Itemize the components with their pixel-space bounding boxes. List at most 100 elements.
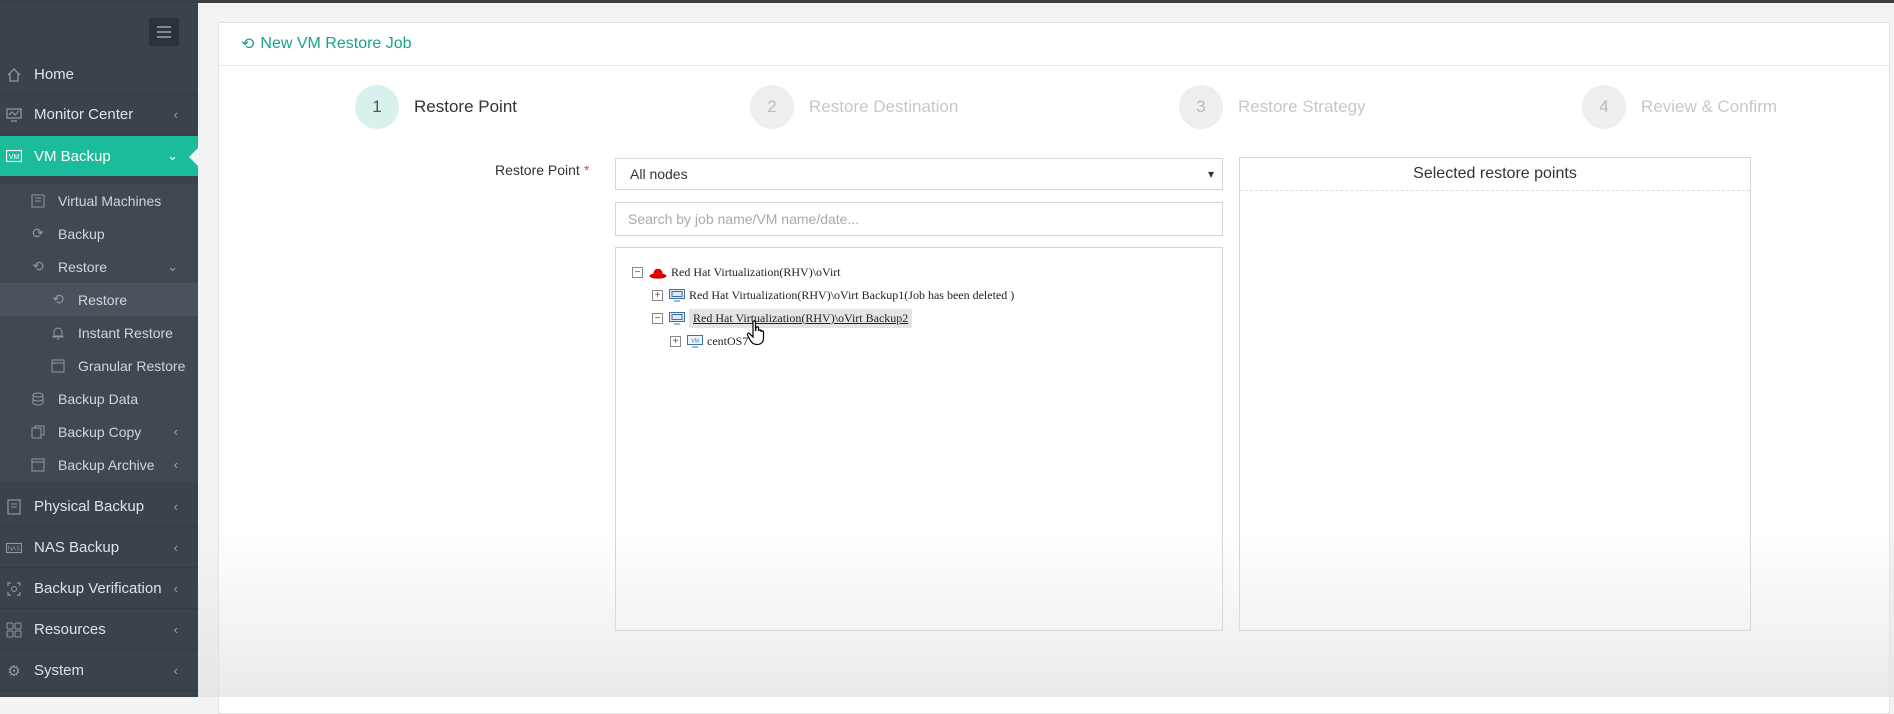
restore-point-select[interactable]: All nodes ▾ <box>615 158 1223 190</box>
sidebar-item-label: Physical Backup <box>34 498 145 515</box>
tree-node-root[interactable]: − Red Hat Virtualization(RHV)\oVirt <box>632 265 841 280</box>
collapse-toggle[interactable]: − <box>632 267 643 278</box>
server-icon <box>6 498 22 515</box>
selected-restore-points-panel: Selected restore points <box>1239 157 1751 631</box>
chevron-left-icon: ‹ <box>173 424 178 439</box>
tree-node-vm[interactable]: + VM centOS7 <box>670 334 748 349</box>
vm-list-icon <box>30 193 46 209</box>
redhat-icon <box>649 267 667 279</box>
step-number: 4 <box>1582 85 1626 129</box>
sidebar-item-label: Backup <box>58 225 105 242</box>
node-label: Red Hat Virtualization(RHV)\oVirt Backup… <box>689 309 913 328</box>
svg-text:NAS: NAS <box>8 546 20 552</box>
monitor-icon <box>669 289 685 302</box>
sidebar-item-label: Restore <box>78 291 128 308</box>
chevron-down-icon: ⌄ <box>167 148 178 163</box>
sidebar-item-resources[interactable]: Resources ‹ <box>0 610 198 650</box>
tree-node-job1[interactable]: + Red Hat Virtualization(RHV)\oVirt Back… <box>652 288 1014 303</box>
refresh-icon: ⟳ <box>32 225 44 241</box>
sidebar-item-monitor-center[interactable]: Monitor Center ‹ <box>0 95 198 135</box>
hand-cursor-icon <box>746 320 765 346</box>
database-icon <box>30 391 46 407</box>
sidebar-item-label: Resources <box>34 621 106 638</box>
menu-icon <box>157 26 171 38</box>
restore-icon: ⟲ <box>52 291 64 307</box>
page-title: New VM Restore Job <box>260 35 412 52</box>
sidebar-item-restore[interactable]: ⟲ Restore ⌄ <box>0 250 198 283</box>
sidebar-item-backup-verification[interactable]: Backup Verification ‹ <box>0 569 198 609</box>
step-restore-destination[interactable]: 2 Restore Destination <box>750 85 958 129</box>
step-number: 2 <box>750 85 794 129</box>
expand-toggle[interactable]: + <box>652 290 663 301</box>
gear-icon: ⚙ <box>7 662 21 680</box>
step-restore-strategy[interactable]: 3 Restore Strategy <box>1179 85 1366 129</box>
restore-point-label: Restore Point * <box>495 162 589 178</box>
step-label: Restore Strategy <box>1238 97 1366 116</box>
sidebar: Home Monitor Center ‹ VM VM Backup ⌄ Vir… <box>0 3 198 697</box>
sidebar-item-nas-backup[interactable]: NAS NAS Backup ‹ <box>0 528 198 568</box>
svg-text:VM: VM <box>9 154 20 161</box>
sidebar-item-backup-archive[interactable]: Backup Archive ‹ <box>0 448 198 481</box>
sidebar-item-label: Instant Restore <box>78 324 173 341</box>
sidebar-item-label: Monitor Center <box>34 106 134 123</box>
sidebar-item-backup-data[interactable]: Backup Data <box>0 382 198 415</box>
sidebar-item-physical-backup[interactable]: Physical Backup ‹ <box>0 487 198 527</box>
sidebar-item-label: System <box>34 662 85 679</box>
node-label: Red Hat Virtualization(RHV)\oVirt <box>671 265 841 279</box>
chevron-left-icon: ‹ <box>173 457 178 472</box>
step-restore-point[interactable]: 1 Restore Point <box>355 85 517 129</box>
sidebar-item-label: Virtual Machines <box>58 192 162 209</box>
expand-toggle[interactable]: + <box>670 336 681 347</box>
tree-node-job2[interactable]: − Red Hat Virtualization(RHV)\oVirt Back… <box>652 309 913 328</box>
chevron-left-icon: ‹ <box>173 540 178 555</box>
sidebar-item-backup[interactable]: ⟳ Backup <box>0 217 198 250</box>
sidebar-item-vm-backup[interactable]: VM VM Backup ⌄ <box>0 136 198 176</box>
chevron-left-icon: ‹ <box>173 581 178 596</box>
sidebar-item-label: Restore <box>58 258 108 275</box>
chevron-left-icon: ‹ <box>173 499 178 514</box>
label-text: Restore Point <box>495 162 580 178</box>
svg-text:VM: VM <box>691 339 699 345</box>
chevron-left-icon: ‹ <box>173 107 178 122</box>
step-number: 1 <box>355 85 399 129</box>
restore-point-tree: − Red Hat Virtualization(RHV)\oVirt + Re… <box>615 247 1223 631</box>
restore-job-panel: ⟲ New VM Restore Job 1 Restore Point 2 R… <box>218 22 1890 714</box>
sidebar-item-restore-sub[interactable]: ⟲ Restore <box>0 283 198 316</box>
restore-icon: ⟲ <box>241 36 255 53</box>
vm-icon: VM <box>6 148 22 164</box>
node-label: centOS7 <box>707 334 749 348</box>
step-review-confirm[interactable]: 4 Review & Confirm <box>1582 85 1777 129</box>
chevron-left-icon: ‹ <box>173 663 178 678</box>
sidebar-item-granular-restore[interactable]: Granular Restore <box>0 349 198 382</box>
verify-icon <box>6 581 22 597</box>
home-icon <box>6 67 22 83</box>
sidebar-item-label: Backup Archive <box>58 456 155 473</box>
sidebar-item-home[interactable]: Home <box>0 55 198 95</box>
select-value: All nodes <box>630 166 688 182</box>
monitor-icon <box>669 312 685 325</box>
restore-icon: ⟲ <box>32 258 44 274</box>
sidebar-item-label: Backup Copy <box>58 423 142 440</box>
sidebar-item-system[interactable]: ⚙ System ‹ <box>0 651 198 691</box>
sidebar-item-label: Backup Verification <box>34 580 162 597</box>
step-number: 3 <box>1179 85 1223 129</box>
required-mark: * <box>583 162 590 178</box>
step-label: Restore Destination <box>809 97 959 116</box>
collapse-toggle[interactable]: − <box>652 313 663 324</box>
sidebar-item-label: NAS Backup <box>34 539 120 556</box>
panel-title: Selected restore points <box>1240 158 1750 191</box>
step-label: Restore Point <box>414 97 517 116</box>
grid-icon <box>6 622 22 638</box>
bell-icon <box>50 325 66 341</box>
chevron-left-icon: ‹ <box>173 622 178 637</box>
sidebar-item-backup-copy[interactable]: Backup Copy ‹ <box>0 415 198 448</box>
sidebar-item-virtual-machines[interactable]: Virtual Machines <box>0 184 198 217</box>
sidebar-toggle-button[interactable] <box>149 18 179 46</box>
sidebar-item-label: Home <box>34 66 75 83</box>
panel-header: ⟲ New VM Restore Job <box>219 23 1889 66</box>
vm-icon: VM <box>687 335 703 348</box>
sidebar-item-instant-restore[interactable]: Instant Restore <box>0 316 198 349</box>
chevron-down-icon: ▾ <box>1207 167 1214 181</box>
search-input[interactable] <box>615 202 1223 236</box>
sidebar-item-label: Granular Restore <box>78 357 186 374</box>
